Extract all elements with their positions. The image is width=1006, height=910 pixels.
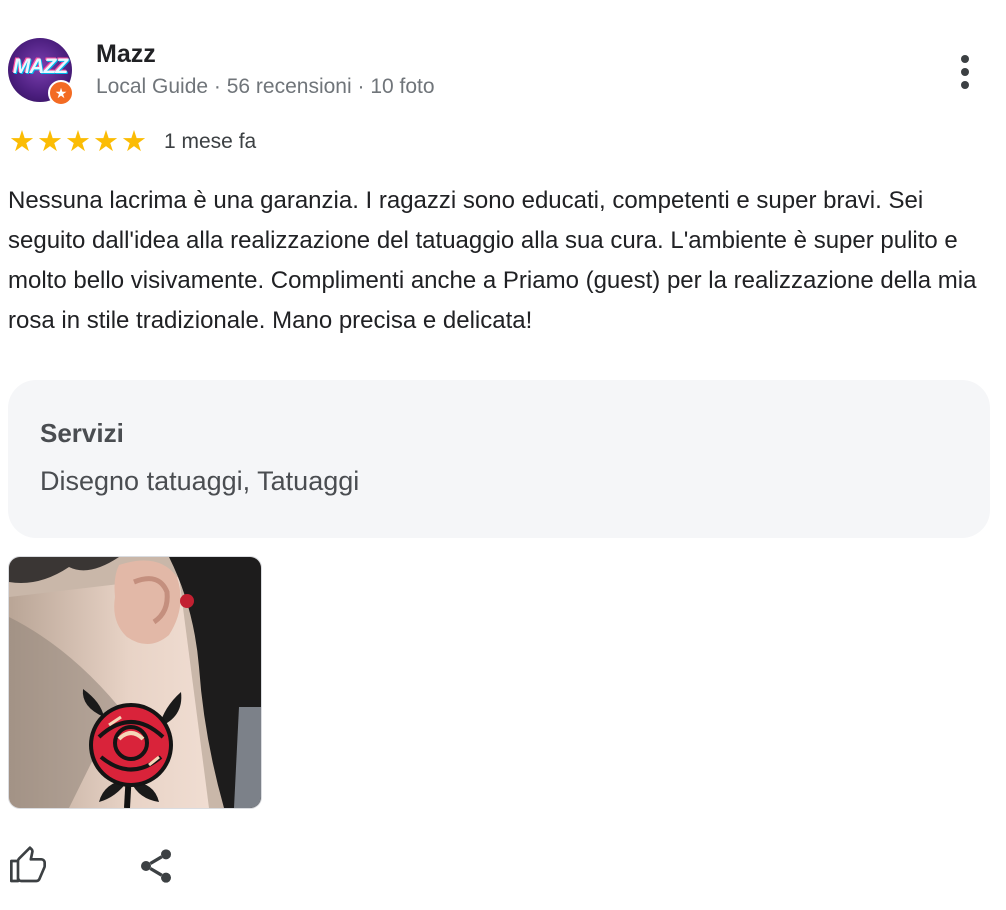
- local-guide-badge-icon: ★: [48, 80, 74, 106]
- like-button[interactable]: [8, 846, 48, 886]
- star-icon: ★: [65, 126, 91, 158]
- review-text: Nessuna lacrima è una garanzia. I ragazz…: [8, 187, 977, 334]
- share-icon: [141, 849, 171, 883]
- rating-row: ★ ★ ★ ★ ★ 1 mese fa: [8, 126, 256, 158]
- neck-rose-tattoo-image: [9, 557, 261, 808]
- more-options-icon[interactable]: [950, 52, 980, 92]
- reviewer-avatar[interactable]: MAZZ ★: [8, 38, 74, 106]
- star-rating: ★ ★ ★ ★ ★: [8, 127, 148, 157]
- thumb-up-icon: [10, 846, 47, 883]
- services-value: Disegno tatuaggi, Tatuaggi: [40, 466, 360, 496]
- review-photo[interactable]: [8, 556, 262, 809]
- star-icon: ★: [121, 126, 147, 158]
- services-panel: Servizi Disegno tatuaggi, Tatuaggi: [8, 380, 990, 538]
- star-icon: ★: [93, 126, 119, 158]
- star-icon: ★: [37, 126, 63, 158]
- review-time: 1 mese fa: [164, 130, 257, 153]
- reviewer-name[interactable]: Mazz: [96, 40, 156, 69]
- star-icon: ★: [9, 126, 35, 158]
- share-button[interactable]: [136, 846, 176, 886]
- reviewer-meta[interactable]: Local Guide · 56 recensioni · 10 foto: [96, 75, 435, 99]
- avatar-logo: MAZZ: [12, 55, 68, 78]
- services-title: Servizi: [40, 418, 124, 448]
